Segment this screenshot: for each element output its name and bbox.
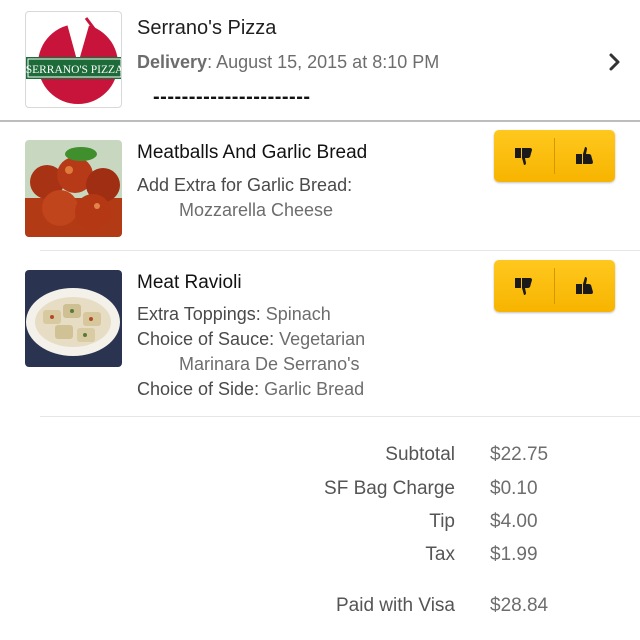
item-photo-meatballs [25, 140, 122, 237]
tip-value: $4.00 [490, 511, 538, 532]
subtotal-value: $22.75 [490, 444, 549, 465]
modifier-value: Marinara De Serrano's [179, 354, 360, 374]
order-item: Meatballs And Garlic Bread Add Extra for… [0, 130, 640, 250]
item-modifier: Marinara De Serrano's [179, 354, 360, 375]
bag-charge-label: SF Bag Charge [324, 478, 455, 499]
tip-label: Tip [429, 511, 455, 532]
item-photo-ravioli [25, 270, 122, 367]
modifier-key: Choice of Side: [137, 379, 260, 399]
restaurant-logo: SERRANO'S PIZZA [25, 11, 122, 108]
delivery-label: Delivery [137, 52, 208, 72]
thumbs-up-icon [576, 147, 593, 164]
subtotal-label: Subtotal [385, 444, 455, 465]
modifier-key: Add Extra for Garlic Bread: [137, 175, 353, 195]
total-value: $28.84 [490, 595, 549, 616]
delivery-info: Delivery: August 15, 2015 at 8:10 PM [137, 52, 439, 73]
thumbs-up-icon [576, 277, 593, 294]
rating-buttons [494, 260, 615, 312]
order-item: Meat Ravioli Extra Toppings: Spinach Cho… [0, 260, 640, 408]
modifier-value: Vegetarian [274, 329, 366, 349]
modifier-key: Extra Toppings: [137, 304, 261, 324]
restaurant-name: Serrano's Pizza [137, 17, 277, 39]
item-name: Meatballs And Garlic Bread [137, 142, 368, 163]
rating-buttons [494, 130, 615, 182]
item-modifier: Add Extra for Garlic Bread: [137, 175, 352, 196]
bag-charge-value: $0.10 [490, 478, 538, 499]
item-name: Meat Ravioli [137, 272, 242, 293]
thumbs-down-button[interactable] [494, 260, 554, 312]
order-header[interactable]: SERRANO'S PIZZA Serrano's Pizza Delivery… [0, 0, 640, 121]
item-modifier: Extra Toppings: Spinach [137, 304, 331, 325]
tax-value: $1.99 [490, 544, 538, 565]
modifier-value: Spinach [260, 304, 331, 324]
item-modifier: Mozzarella Cheese [179, 200, 333, 221]
modifier-key: Choice of Sauce: [137, 329, 275, 349]
thumbs-up-button[interactable] [555, 260, 615, 312]
item-modifier: Choice of Side: Garlic Bread [137, 379, 364, 400]
dashes-line: ---------------------- [153, 86, 311, 108]
item-divider [40, 250, 640, 251]
item-divider [40, 416, 640, 417]
thumbs-down-button[interactable] [494, 130, 554, 182]
modifier-value: Garlic Bread [259, 379, 365, 399]
tax-label: Tax [425, 544, 455, 565]
thumbs-down-icon [515, 148, 532, 165]
total-label: Paid with Visa [336, 595, 455, 616]
item-modifier: Choice of Sauce: Vegetarian [137, 329, 365, 350]
modifier-value: Mozzarella Cheese [179, 200, 334, 220]
logo-text: SERRANO'S PIZZA [26, 64, 122, 76]
thumbs-up-button[interactable] [555, 130, 615, 182]
thumbs-down-icon [515, 278, 532, 295]
header-divider [0, 120, 640, 122]
chevron-right-icon[interactable] [605, 50, 625, 74]
delivery-time: : August 15, 2015 at 8:10 PM [207, 52, 440, 72]
